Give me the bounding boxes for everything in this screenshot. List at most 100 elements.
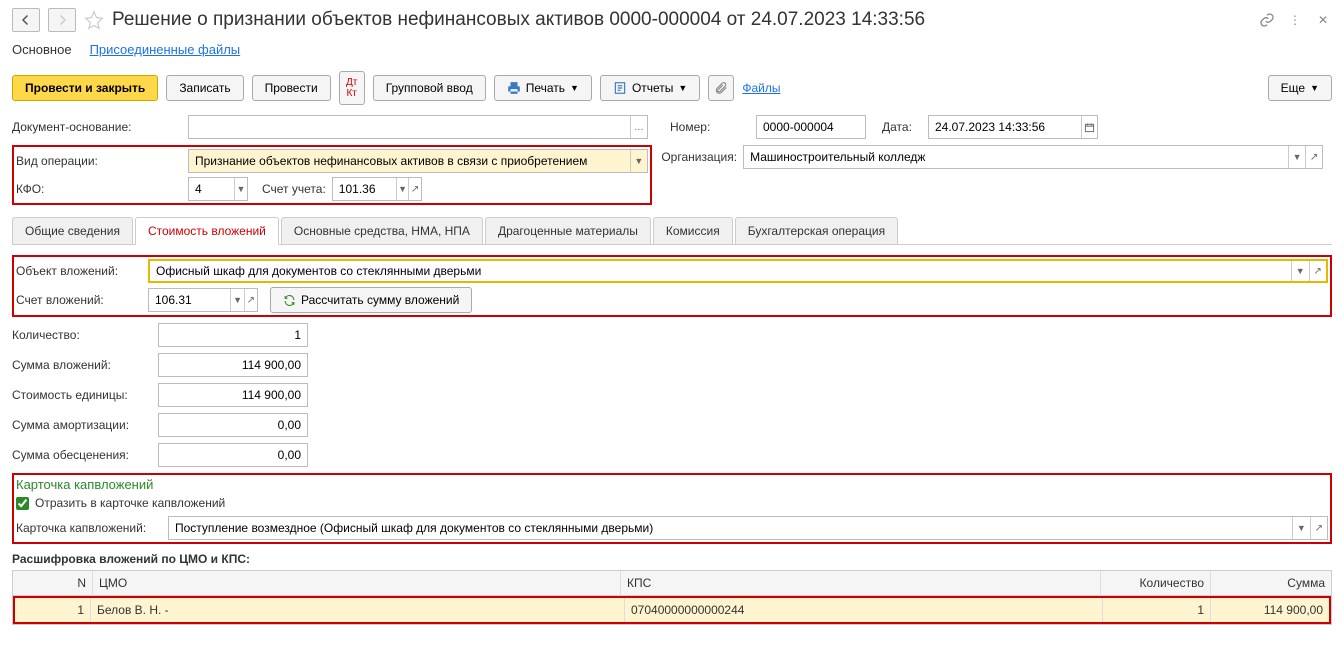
card-open-button[interactable]: ↗	[1310, 517, 1327, 539]
cell-kps: 07040000000000244	[625, 598, 1103, 622]
org-input-wrap: ▼ ↗	[743, 145, 1323, 169]
tab-fixed-assets[interactable]: Основные средства, НМА, НПА	[281, 217, 483, 244]
chevron-down-icon: ▼	[1310, 83, 1319, 93]
inv-account-input[interactable]	[149, 289, 230, 311]
col-n-header[interactable]: N	[13, 571, 93, 596]
calendar-button[interactable]	[1081, 116, 1097, 138]
op-type-dropdown-button[interactable]: ▼	[630, 150, 647, 172]
chevron-down-icon: ▼	[236, 184, 245, 194]
kfo-input-wrap: ▼	[188, 177, 248, 201]
close-icon[interactable]: ✕	[1314, 11, 1332, 29]
org-dropdown-button[interactable]: ▼	[1288, 146, 1305, 168]
org-label: Организация:	[661, 150, 737, 164]
org-open-button[interactable]: ↗	[1305, 146, 1322, 168]
account-open-button[interactable]: ↗	[408, 178, 420, 200]
tab-investment-cost[interactable]: Стоимость вложений	[135, 217, 279, 245]
chevron-down-icon: ▼	[1296, 266, 1305, 276]
op-type-input-wrap: ▼	[188, 149, 648, 173]
report-icon	[613, 81, 627, 95]
chevron-down-icon: ▼	[678, 83, 687, 93]
link-icon[interactable]	[1258, 11, 1276, 29]
favorite-star-icon[interactable]	[84, 10, 104, 30]
inv-account-dropdown-button[interactable]: ▼	[230, 289, 243, 311]
chevron-down-icon: ▼	[233, 295, 242, 305]
account-input-wrap: ▼ ↗	[332, 177, 422, 201]
print-button[interactable]: Печать ▼	[494, 75, 592, 101]
posting-icon-button[interactable]: ДтКт	[339, 71, 365, 105]
inv-sum-input[interactable]	[159, 354, 307, 376]
paperclip-icon	[714, 81, 728, 95]
unit-cost-input[interactable]	[159, 384, 307, 406]
inv-sum-label: Сумма вложений:	[12, 358, 152, 372]
account-input[interactable]	[333, 178, 396, 200]
post-and-close-button[interactable]: Провести и закрыть	[12, 75, 158, 101]
number-input[interactable]	[757, 116, 865, 138]
object-input[interactable]	[150, 261, 1291, 281]
more-button[interactable]: Еще ▼	[1268, 75, 1332, 101]
tab-commission[interactable]: Комиссия	[653, 217, 733, 244]
chevron-down-icon: ▼	[1297, 523, 1306, 533]
tab-precious[interactable]: Драгоценные материалы	[485, 217, 651, 244]
arrow-right-icon	[56, 14, 68, 26]
tab-general[interactable]: Общие сведения	[12, 217, 133, 244]
card-input-wrap: ▼ ↗	[168, 516, 1328, 540]
card-input[interactable]	[169, 517, 1292, 539]
date-input[interactable]	[929, 116, 1081, 138]
inv-account-input-wrap: ▼ ↗	[148, 288, 258, 312]
col-qty-header[interactable]: Количество	[1101, 571, 1211, 596]
inv-account-open-button[interactable]: ↗	[244, 289, 257, 311]
org-input[interactable]	[744, 146, 1288, 168]
nav-back-button[interactable]	[12, 8, 40, 32]
cell-qty: 1	[1103, 598, 1211, 622]
date-input-wrap	[928, 115, 1098, 139]
refresh-icon	[283, 294, 296, 307]
attached-files-link[interactable]: Присоединенные файлы	[90, 42, 241, 57]
post-button[interactable]: Провести	[252, 75, 331, 101]
amort-label: Сумма амортизации:	[12, 418, 152, 432]
kfo-dropdown-button[interactable]: ▼	[234, 178, 247, 200]
account-label: Счет учета:	[262, 182, 326, 196]
chevron-down-icon: ▼	[1293, 152, 1302, 162]
card-dropdown-button[interactable]: ▼	[1292, 517, 1309, 539]
account-dropdown-button[interactable]: ▼	[396, 178, 408, 200]
chevron-down-icon: ▼	[570, 83, 579, 93]
kfo-label: КФО:	[16, 182, 182, 196]
card-section-title: Карточка капвложений	[16, 477, 1328, 492]
amort-input[interactable]	[159, 414, 307, 436]
col-sum-header[interactable]: Сумма	[1211, 571, 1331, 596]
number-input-wrap	[756, 115, 866, 139]
doc-basis-select-button[interactable]: …	[630, 116, 647, 138]
qty-input[interactable]	[159, 324, 307, 346]
investment-grid: N ЦМО КПС Количество Сумма 1 Белов В. Н.…	[12, 570, 1332, 625]
more-menu-icon[interactable]: ⋮	[1286, 11, 1304, 29]
reflect-in-card-label: Отразить в карточке капвложений	[35, 496, 225, 510]
impair-input[interactable]	[159, 444, 307, 466]
files-link[interactable]: Файлы	[742, 81, 780, 95]
doc-basis-input-wrap: …	[188, 115, 648, 139]
object-dropdown-button[interactable]: ▼	[1291, 261, 1308, 281]
main-link[interactable]: Основное	[12, 42, 72, 57]
cell-cmo: Белов В. Н. -	[91, 598, 625, 622]
save-button[interactable]: Записать	[166, 75, 243, 101]
inv-account-label: Счет вложений:	[16, 293, 142, 307]
nav-forward-button[interactable]	[48, 8, 76, 32]
chevron-down-icon: ▼	[398, 184, 407, 194]
page-title: Решение о признании объектов нефинансовы…	[112, 9, 1250, 31]
group-input-button[interactable]: Групповой ввод	[373, 75, 486, 101]
tab-accounting-op[interactable]: Бухгалтерская операция	[735, 217, 898, 244]
reflect-in-card-checkbox[interactable]	[16, 497, 29, 510]
col-kps-header[interactable]: КПС	[621, 571, 1101, 596]
op-type-input[interactable]	[189, 150, 630, 172]
attach-button[interactable]	[708, 75, 734, 101]
col-cmo-header[interactable]: ЦМО	[93, 571, 621, 596]
kfo-input[interactable]	[189, 178, 234, 200]
table-title: Расшифровка вложений по ЦМО и КПС:	[12, 552, 1332, 566]
object-open-button[interactable]: ↗	[1309, 261, 1326, 281]
reports-button[interactable]: Отчеты ▼	[600, 75, 700, 101]
object-label: Объект вложений:	[16, 264, 142, 278]
recalc-button[interactable]: Рассчитать сумму вложений	[270, 287, 472, 313]
doc-basis-input[interactable]	[189, 116, 630, 138]
table-row[interactable]: 1 Белов В. Н. - 07040000000000244 1 114 …	[15, 598, 1329, 622]
tabs: Общие сведения Стоимость вложений Основн…	[12, 217, 1332, 245]
printer-icon	[507, 81, 521, 95]
